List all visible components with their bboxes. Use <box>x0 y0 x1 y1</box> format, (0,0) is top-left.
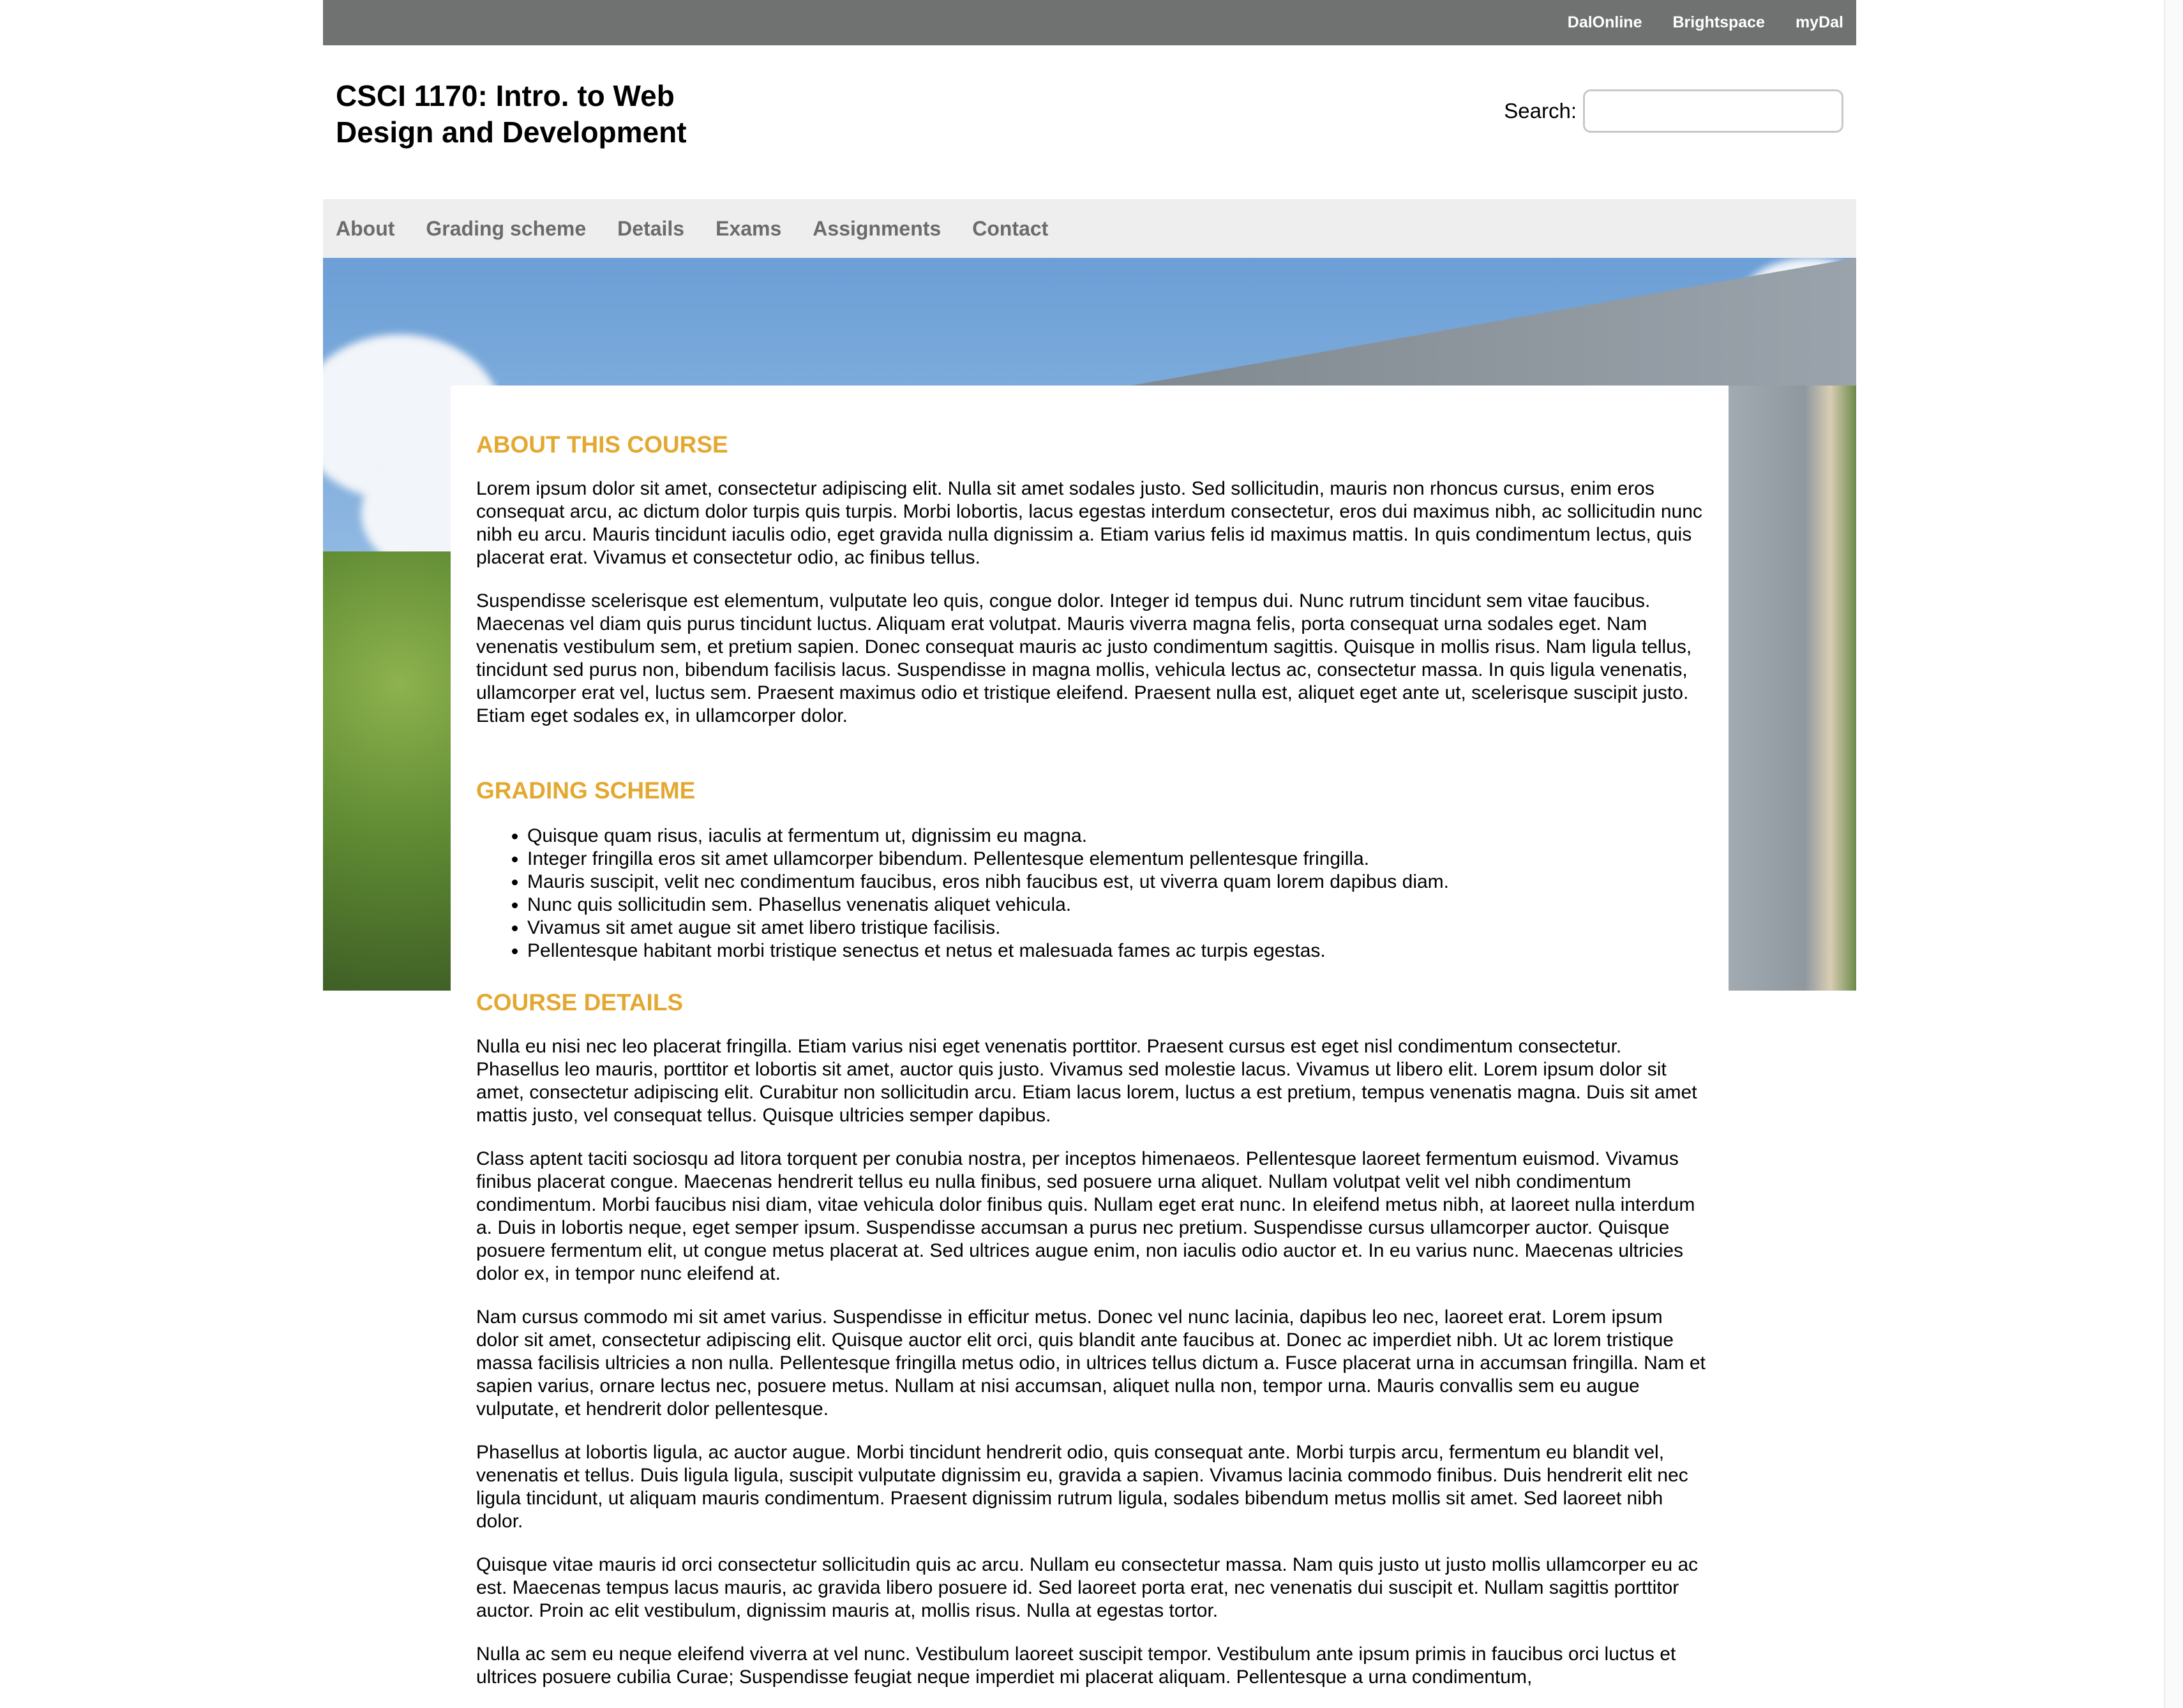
details-paragraph: Nam cursus commodo mi sit amet varius. S… <box>476 1307 1706 1420</box>
scrollbar[interactable] <box>2164 0 2183 1708</box>
about-paragraph: Lorem ipsum dolor sit amet, consectetur … <box>476 478 1702 568</box>
details-paragraph: Nulla eu nisi nec leo placerat fringilla… <box>476 1036 1697 1126</box>
details-paragraph: Class aptent taciti sociosqu ad litora t… <box>476 1148 1695 1284</box>
search-label: Search: <box>1504 99 1577 123</box>
trees-shape <box>323 551 451 991</box>
list-item: Mauris suscipit, velit nec condimentum f… <box>527 871 1708 894</box>
page: DalOnline Brightspace myDal CSCI 1170: I… <box>323 0 1856 1708</box>
about-section: ABOUT THIS COURSE Lorem ipsum dolor sit … <box>476 430 1708 728</box>
grading-section: GRADING SCHEME Quisque quam risus, iacul… <box>476 776 1708 963</box>
details-paragraph: Nulla ac sem eu neque eleifend viverra a… <box>476 1644 1676 1688</box>
main-nav: About Grading scheme Details Exams Assig… <box>323 199 1856 258</box>
nav-details[interactable]: Details <box>617 217 684 241</box>
search-input[interactable] <box>1583 89 1843 133</box>
search-area: Search: <box>1504 89 1843 133</box>
details-paragraph: Quisque vitae mauris id orci consectetur… <box>476 1554 1699 1621</box>
mydal-link[interactable]: myDal <box>1796 13 1843 32</box>
brightspace-link[interactable]: Brightspace <box>1672 13 1764 32</box>
list-item: Integer fringilla eros sit amet ullamcor… <box>527 848 1708 871</box>
list-item: Quisque quam risus, iaculis at fermentum… <box>527 825 1708 848</box>
site-title-line1: CSCI 1170: Intro. to Web <box>336 79 675 112</box>
nav-about[interactable]: About <box>336 217 394 241</box>
list-item: Pellentesque habitant morbi tristique se… <box>527 940 1708 963</box>
nav-exams[interactable]: Exams <box>716 217 781 241</box>
grading-list: Quisque quam risus, iaculis at fermentum… <box>476 825 1708 963</box>
about-paragraph: Suspendisse scelerisque est elementum, v… <box>476 590 1692 726</box>
nav-contact[interactable]: Contact <box>972 217 1048 241</box>
nav-grading-scheme[interactable]: Grading scheme <box>426 217 586 241</box>
about-heading: ABOUT THIS COURSE <box>476 431 728 458</box>
building-shape <box>1131 258 1856 386</box>
building-shape <box>1727 386 1856 991</box>
details-heading: COURSE DETAILS <box>476 989 684 1015</box>
main-content: ABOUT THIS COURSE Lorem ipsum dolor sit … <box>451 386 1729 1708</box>
list-item: Vivamus sit amet augue sit amet libero t… <box>527 917 1708 940</box>
grading-heading: GRADING SCHEME <box>476 777 696 804</box>
details-section: COURSE DETAILS Nulla eu nisi nec leo pla… <box>476 988 1708 1689</box>
site-title-line2: Design and Development <box>336 116 687 149</box>
top-links: DalOnline Brightspace myDal <box>1537 0 1843 45</box>
top-bar: DalOnline Brightspace myDal <box>323 0 1856 45</box>
details-paragraph: Phasellus at lobortis ligula, ac auctor … <box>476 1442 1688 1532</box>
nav-assignments[interactable]: Assignments <box>813 217 941 241</box>
site-title: CSCI 1170: Intro. to Web Design and Deve… <box>336 78 783 151</box>
dalonline-link[interactable]: DalOnline <box>1568 13 1642 32</box>
list-item: Nunc quis sollicitudin sem. Phasellus ve… <box>527 894 1708 917</box>
